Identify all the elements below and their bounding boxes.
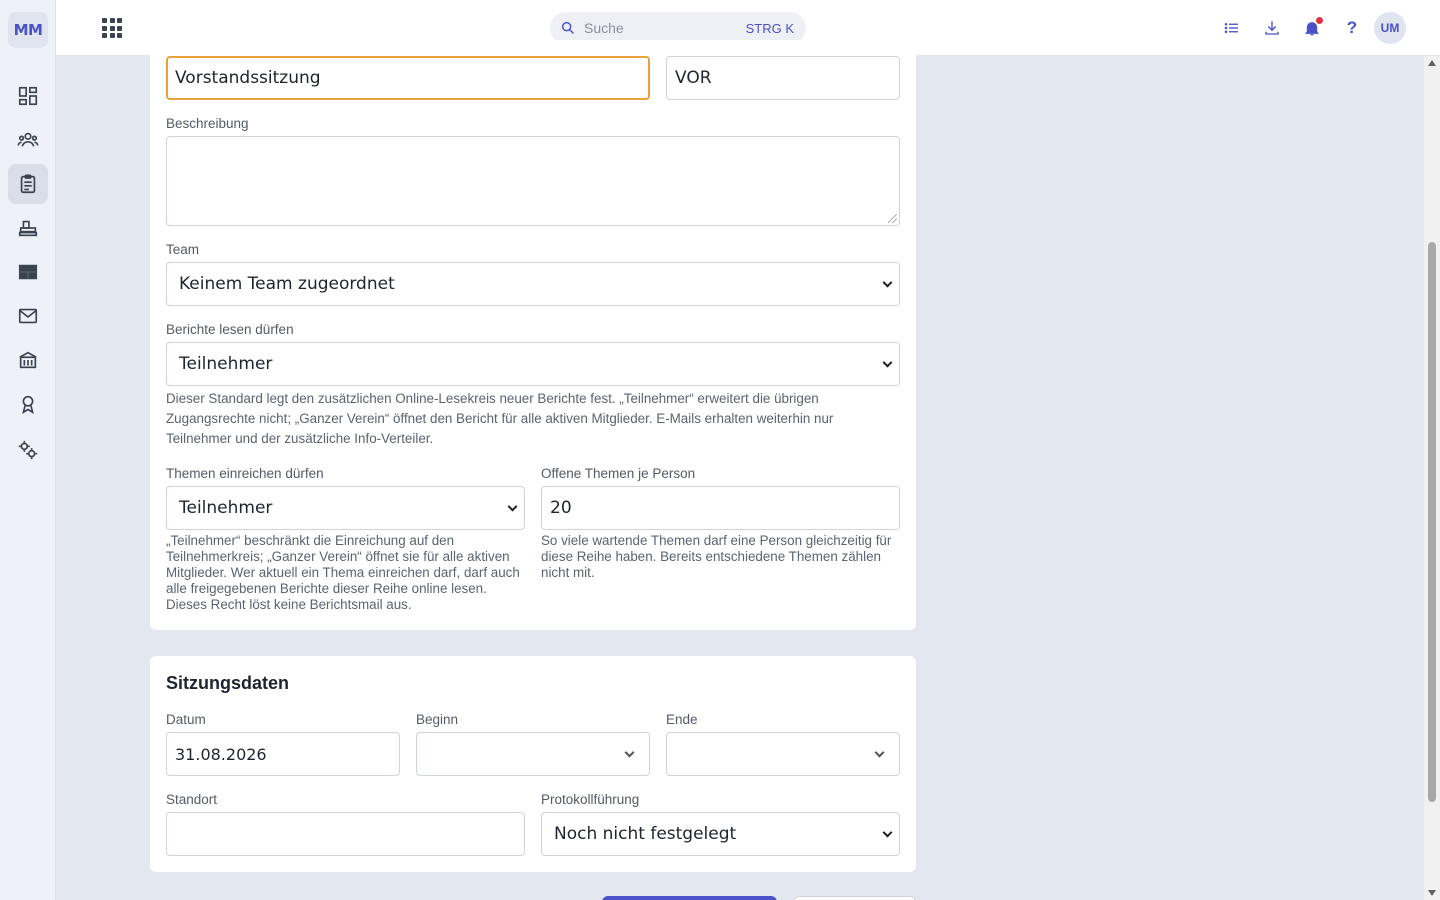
location-label: Standort xyxy=(166,792,218,807)
dashboard-icon xyxy=(18,86,38,106)
team-label: Team xyxy=(166,242,200,257)
minutes-keeper-select[interactable]: Noch nicht festgelegt xyxy=(541,812,900,856)
team-select[interactable]: Keinem Team zugeordnet xyxy=(166,262,900,306)
search-placeholder: Suche xyxy=(584,20,624,36)
mail-icon xyxy=(18,308,38,324)
task-list-icon[interactable] xyxy=(1220,16,1244,40)
series-name-input[interactable]: Vorstandssitzung xyxy=(166,56,650,100)
download-icon[interactable] xyxy=(1260,16,1284,40)
resize-handle[interactable] xyxy=(888,214,897,223)
chevron-down-icon xyxy=(624,747,635,758)
clipboard-icon xyxy=(20,174,36,194)
section-title-session: Sitzungsdaten xyxy=(166,673,290,693)
notification-dot xyxy=(1316,17,1323,24)
building-icon xyxy=(19,351,37,369)
series-name-value: Vorstandssitzung xyxy=(175,68,321,88)
date-input[interactable]: 31.08.2026 xyxy=(166,732,400,776)
minutes-keeper-label: Protokollführung xyxy=(541,792,640,807)
sidebar-item-dashboard[interactable] xyxy=(8,76,48,116)
topics-submit-value: Teilnehmer xyxy=(179,498,273,518)
end-time-label: Ende xyxy=(666,712,698,727)
sidebar-item-events[interactable] xyxy=(8,208,48,248)
description-label: Beschreibung xyxy=(166,116,249,131)
open-topics-label: Offene Themen je Person xyxy=(541,466,696,481)
apps-grid-icon[interactable] xyxy=(100,16,124,40)
chevron-down-icon xyxy=(882,277,893,288)
help-button[interactable]: ? xyxy=(1340,16,1364,40)
sidebar-item-awards[interactable] xyxy=(8,384,48,424)
series-short-value: VOR xyxy=(675,68,712,88)
reports-read-help: Dieser Standard legt den zusätzlichen On… xyxy=(166,391,834,446)
team-select-value: Keinem Team zugeordnet xyxy=(179,274,395,294)
sidebar-item-meetings[interactable] xyxy=(8,164,48,204)
scroll-down-arrow-icon[interactable] xyxy=(1428,890,1436,896)
topics-submit-help: „Teilnehmer“ beschränkt die Einreichung … xyxy=(166,533,520,612)
notifications-bell-icon[interactable] xyxy=(1300,16,1324,40)
chevron-down-icon xyxy=(507,501,518,512)
minutes-keeper-value: Noch nicht festgelegt xyxy=(554,824,737,844)
scroll-up-arrow-icon[interactable] xyxy=(1428,60,1436,66)
chevron-down-icon xyxy=(882,827,893,838)
series-short-input[interactable]: VOR xyxy=(666,56,900,100)
open-topics-input[interactable]: 20 xyxy=(541,486,900,530)
date-value: 31.08.2026 xyxy=(175,744,267,764)
sidebar: MM xyxy=(0,0,56,900)
search-icon xyxy=(561,21,574,34)
group-icon xyxy=(17,132,39,147)
table-layout-icon xyxy=(18,264,38,280)
page-scrollbar[interactable] xyxy=(1424,56,1440,900)
date-label: Datum xyxy=(166,712,206,727)
end-time-select[interactable] xyxy=(666,732,900,776)
cancel-button[interactable] xyxy=(793,896,916,900)
start-time-label: Beginn xyxy=(416,712,459,727)
save-button[interactable] xyxy=(602,896,777,900)
podium-icon xyxy=(18,220,38,237)
reports-read-label: Berichte lesen dürfen xyxy=(166,322,294,337)
sidebar-item-members[interactable] xyxy=(8,120,48,160)
reports-read-select[interactable]: Teilnehmer xyxy=(166,342,900,386)
topics-submit-select[interactable]: Teilnehmer xyxy=(166,486,525,530)
start-time-select[interactable] xyxy=(416,732,650,776)
sidebar-item-organization[interactable] xyxy=(8,340,48,380)
topics-submit-label: Themen einreichen dürfen xyxy=(166,466,324,481)
scrollbar-thumb[interactable] xyxy=(1428,242,1436,802)
open-topics-help: So viele wartende Themen darf eine Perso… xyxy=(541,533,892,580)
brand-logo[interactable]: MM xyxy=(8,12,48,48)
description-textarea[interactable] xyxy=(166,136,900,226)
gears-icon xyxy=(18,440,38,460)
medal-icon xyxy=(22,395,34,414)
chevron-down-icon xyxy=(882,357,893,368)
chevron-down-icon xyxy=(874,747,885,758)
reports-read-value: Teilnehmer xyxy=(179,354,273,374)
sidebar-item-mail[interactable] xyxy=(8,296,48,336)
open-topics-value: 20 xyxy=(550,498,572,518)
sidebar-item-settings[interactable] xyxy=(8,430,48,470)
search-shortcut: STRG K xyxy=(745,20,794,36)
sidebar-item-layout[interactable] xyxy=(8,252,48,292)
user-avatar[interactable]: UM xyxy=(1374,12,1406,44)
location-input[interactable] xyxy=(166,812,525,856)
